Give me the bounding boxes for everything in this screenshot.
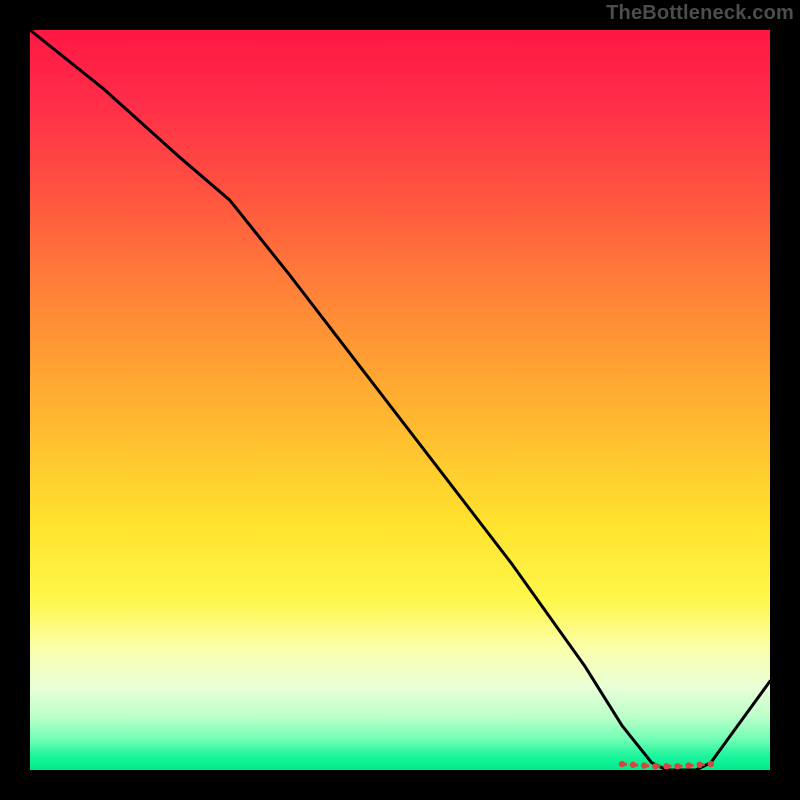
plot-area xyxy=(30,30,770,770)
marker-dot xyxy=(708,761,714,767)
watermark-text: TheBottleneck.com xyxy=(606,2,794,25)
chart-svg xyxy=(30,30,770,770)
chart-canvas: TheBottleneck.com xyxy=(0,0,800,800)
curve-line xyxy=(30,30,770,770)
